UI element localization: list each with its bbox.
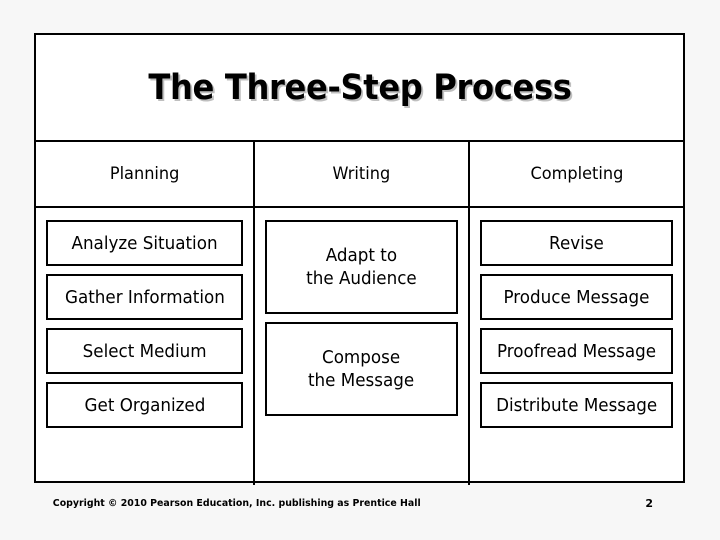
column-body-writing: Adapt to the Audience Compose the Messag… [255, 208, 468, 485]
slide-frame: The Three-Step Process Planning Analyze … [34, 33, 685, 485]
step-box[interactable]: Analyze Situation [46, 220, 243, 266]
step-label: Produce Message [503, 286, 650, 308]
step-label: Distribute Message [495, 394, 658, 416]
step-label: Select Medium [82, 340, 207, 362]
column-completing: Completing Revise Produce Message Proofr… [470, 142, 683, 485]
page-number: 2 [645, 496, 653, 510]
column-header-planning: Planning [36, 142, 253, 208]
step-label-line1: Compose [322, 347, 401, 368]
step-label: Get Organized [84, 394, 205, 416]
step-box[interactable]: Select Medium [46, 328, 243, 374]
title-area: The Three-Step Process [36, 35, 683, 140]
step-box[interactable]: Proofread Message [480, 328, 673, 374]
step-box[interactable]: Adapt to the Audience [265, 220, 458, 314]
step-label: Gather Information [64, 286, 225, 308]
step-label-line1: Adapt to [325, 245, 398, 266]
column-header-label: Planning [109, 164, 180, 184]
slide-footer: Copyright © 2010 Pearson Education, Inc.… [34, 492, 685, 514]
step-box[interactable]: Revise [480, 220, 673, 266]
step-label: Compose the Message [308, 346, 414, 392]
column-planning: Planning Analyze Situation Gather Inform… [36, 142, 253, 485]
page-title: The Three-Step Process [147, 67, 572, 108]
column-header-completing: Completing [470, 142, 683, 208]
step-label-line2: the Message [308, 370, 415, 391]
step-label: Revise [549, 232, 604, 254]
step-label: Proofread Message [496, 340, 657, 362]
step-label: Adapt to the Audience [306, 244, 417, 290]
column-writing: Writing Adapt to the Audience Compose th… [253, 142, 470, 485]
column-header-label: Writing [332, 164, 391, 184]
step-label-line2: the Audience [306, 268, 417, 289]
step-box[interactable]: Distribute Message [480, 382, 673, 428]
three-step-table: Planning Analyze Situation Gather Inform… [36, 140, 683, 485]
column-body-planning: Analyze Situation Gather Information Sel… [36, 208, 253, 485]
step-box[interactable]: Get Organized [46, 382, 243, 428]
copyright-notice: Copyright © 2010 Pearson Education, Inc.… [52, 497, 421, 509]
step-box[interactable]: Produce Message [480, 274, 673, 320]
column-header-label: Completing [530, 164, 623, 184]
step-label: Analyze Situation [71, 232, 218, 254]
column-header-writing: Writing [255, 142, 468, 208]
step-box[interactable]: Gather Information [46, 274, 243, 320]
step-box[interactable]: Compose the Message [265, 322, 458, 416]
table-columns: Planning Analyze Situation Gather Inform… [36, 142, 683, 485]
column-body-completing: Revise Produce Message Proofread Message… [470, 208, 683, 485]
